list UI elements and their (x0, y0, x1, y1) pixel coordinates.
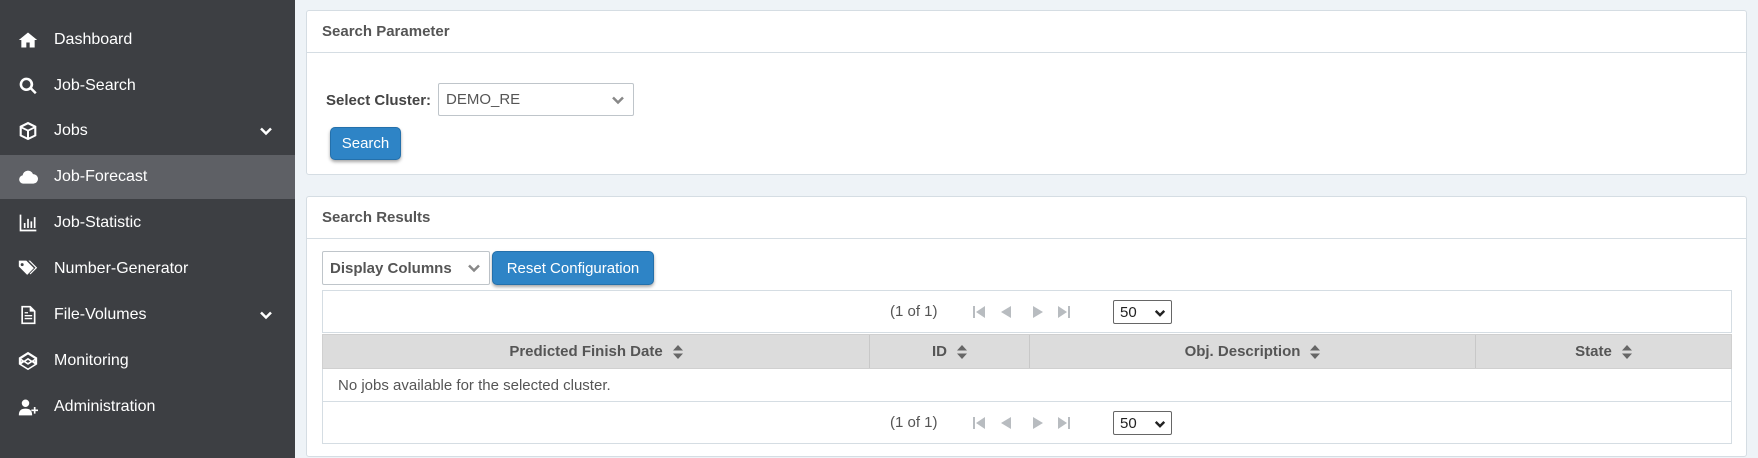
sort-icon (672, 344, 683, 359)
page-report: (1 of 1) (890, 414, 938, 431)
display-columns-label: Display Columns (330, 259, 452, 277)
sidebar-item-label: Job-Search (54, 77, 136, 94)
sidebar-item-jobs[interactable]: Jobs (0, 109, 295, 153)
sidebar-item-administration[interactable]: Administration (0, 385, 295, 429)
chevron-down-icon[interactable] (259, 124, 273, 138)
home-icon (17, 29, 39, 51)
search-button[interactable]: Search (330, 127, 401, 160)
next-page-icon[interactable] (1030, 415, 1046, 431)
chevron-down-icon (1154, 417, 1166, 429)
paginator-top: (1 of 1) 50 (322, 290, 1732, 333)
panel-title: Search Results (307, 197, 1746, 239)
search-parameter-panel: Search Parameter Select Cluster: DEMO_RE… (306, 10, 1747, 175)
sidebar-item-label: Monitoring (54, 352, 129, 369)
sidebar-item-number-generator[interactable]: Number-Generator (0, 247, 295, 291)
chevron-down-icon (467, 261, 481, 275)
column-header-state[interactable]: State (1476, 335, 1731, 368)
rows-per-page-select[interactable]: 50 (1113, 411, 1172, 435)
page-report: (1 of 1) (890, 303, 938, 320)
first-page-icon[interactable] (971, 304, 987, 320)
sidebar-item-dashboard[interactable]: Dashboard (0, 18, 295, 62)
cloud-icon (17, 166, 39, 188)
reset-configuration-button[interactable]: Reset Configuration (492, 251, 654, 285)
panel-title: Search Parameter (307, 11, 1746, 53)
empty-message: No jobs available for the selected clust… (322, 369, 1732, 403)
tags-icon (17, 258, 39, 280)
sort-icon (1621, 344, 1632, 359)
sidebar-item-file-volumes[interactable]: File-Volumes (0, 293, 295, 337)
table-header: Predicted Finish Date ID Obj. Descriptio… (322, 334, 1732, 369)
cluster-select[interactable]: DEMO_RE (438, 83, 634, 116)
search-icon (17, 75, 39, 97)
cluster-select-value: DEMO_RE (446, 91, 521, 108)
file-icon (17, 304, 39, 326)
sidebar-item-label: File-Volumes (54, 306, 147, 323)
chevron-down-icon (1154, 306, 1166, 318)
column-header-obj-description[interactable]: Obj. Description (1030, 335, 1476, 368)
last-page-icon[interactable] (1056, 415, 1072, 431)
cube-icon (17, 120, 39, 142)
sidebar-item-job-forecast[interactable]: Job-Forecast (0, 155, 295, 199)
sort-icon (957, 344, 967, 359)
last-page-icon[interactable] (1056, 304, 1072, 320)
sidebar-item-job-statistic[interactable]: Job-Statistic (0, 201, 295, 245)
first-page-icon[interactable] (971, 415, 987, 431)
prev-page-icon[interactable] (998, 415, 1014, 431)
rows-per-page-value: 50 (1120, 303, 1137, 321)
user-plus-icon (17, 396, 39, 418)
sidebar-item-label: Administration (54, 398, 156, 415)
sidebar-item-label: Jobs (54, 122, 88, 139)
cluster-label: Select Cluster: (326, 92, 432, 109)
column-label: Obj. Description (1184, 343, 1301, 360)
prev-page-icon[interactable] (998, 304, 1014, 320)
sidebar-item-label: Number-Generator (54, 260, 189, 277)
rows-per-page-select[interactable]: 50 (1113, 300, 1172, 324)
next-page-icon[interactable] (1030, 304, 1046, 320)
sidebar-item-label: Dashboard (54, 31, 133, 48)
sidebar-item-monitoring[interactable]: Monitoring (0, 339, 295, 383)
column-header-predicted-finish-date[interactable]: Predicted Finish Date (323, 335, 870, 368)
sidebar: Dashboard Job-Search Jobs Job-Forecast J… (0, 0, 295, 458)
sidebar-item-label: Job-Statistic (54, 214, 142, 231)
rows-per-page-value: 50 (1120, 414, 1137, 432)
display-columns-select[interactable]: Display Columns (322, 251, 490, 285)
column-label: State (1575, 343, 1612, 360)
bar-chart-icon (17, 212, 39, 234)
codepen-icon (17, 350, 39, 372)
search-results-panel: Search Results Display Columns Reset Con… (306, 196, 1747, 457)
chevron-down-icon[interactable] (259, 308, 273, 322)
column-header-id[interactable]: ID (870, 335, 1030, 368)
sidebar-item-label: Job-Forecast (54, 168, 148, 185)
sort-icon (1310, 344, 1321, 359)
column-label: ID (932, 343, 947, 360)
paginator-bottom: (1 of 1) 50 (322, 401, 1732, 444)
chevron-down-icon (611, 93, 625, 107)
sidebar-item-job-search[interactable]: Job-Search (0, 64, 295, 108)
column-label: Predicted Finish Date (509, 343, 663, 360)
